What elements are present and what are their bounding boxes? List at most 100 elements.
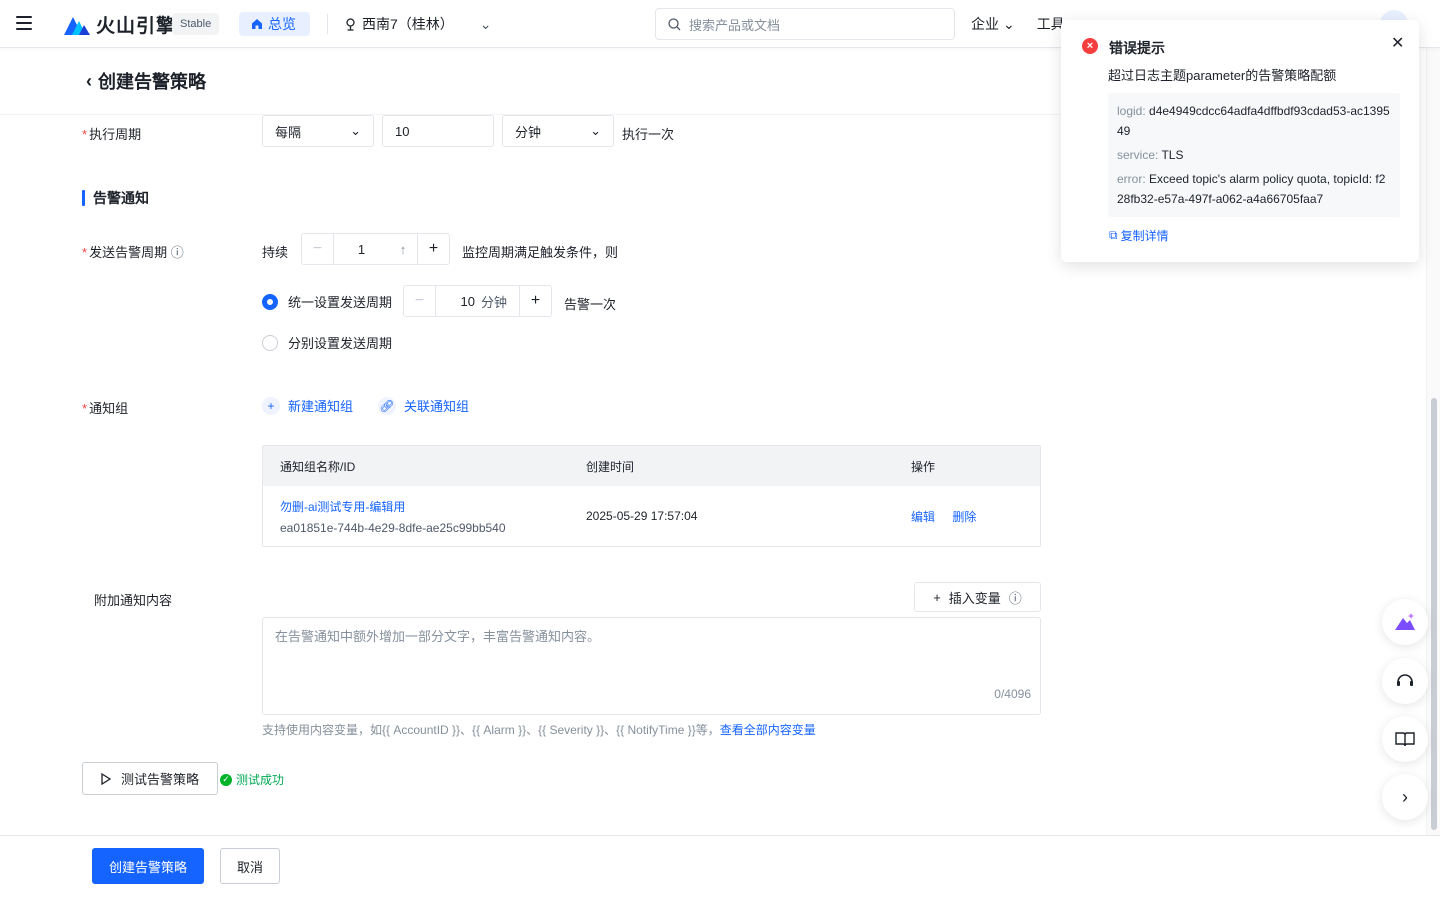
variable-help-text: 支持使用内容变量，如{{ AccountID }}、{{ Alarm }}、{{… [262, 723, 816, 737]
search-icon [668, 17, 681, 30]
increment-button[interactable]: + [417, 234, 449, 264]
col-header-created: 创建时间 [586, 459, 635, 474]
table-header: 通知组名称/ID 创建时间 操作 [263, 446, 1040, 486]
increment-button[interactable]: + [519, 286, 551, 316]
chevron-down-icon: ⌄ [590, 123, 601, 138]
copy-icon: ⧉ [1109, 228, 1118, 242]
plus-icon: + [262, 396, 280, 415]
exec-cycle-label: * 执行周期 [82, 127, 142, 142]
unified-value[interactable]: 10 [436, 294, 481, 309]
exec-suffix: 执行一次 [622, 127, 675, 142]
region-selector[interactable]: 西南7（桂林） ⌄ [345, 14, 492, 34]
play-icon [101, 772, 111, 785]
arrow-up-icon[interactable]: ↑ [389, 242, 417, 257]
toast-message: 超过日志主题parameter的告警策略配额 [1108, 68, 1337, 83]
persist-suffix: 监控周期满足触发条件，则 [462, 245, 619, 260]
radio-checked-icon [262, 293, 278, 310]
group-id: ea01851e-744b-4e29-8dfe-ae25c99bb540 [280, 520, 506, 535]
col-header-actions: 操作 [911, 459, 936, 474]
exec-unit-value: 分钟 [515, 124, 542, 140]
nav-enterprise[interactable]: 企业 ⌄ [971, 14, 1015, 34]
cancel-button[interactable]: 取消 [220, 848, 280, 884]
location-pin-icon [346, 17, 355, 31]
radio-unified-cycle[interactable]: 统一设置发送周期 [262, 292, 392, 311]
detail-error: error: Exceed topic's alarm policy quota… [1117, 172, 1386, 206]
exec-unit-select[interactable]: 分钟 ⌄ [502, 115, 614, 147]
col-header-name: 通知组名称/ID [280, 459, 356, 474]
group-name-link[interactable]: 勿删-ai测试专用-编辑用 [280, 498, 586, 515]
env-badge: Stable [172, 13, 220, 35]
book-icon [1395, 732, 1415, 747]
link-notify-group-button[interactable]: 🔗︎ 关联通知组 [378, 396, 469, 415]
view-variables-link[interactable]: 查看全部内容变量 [720, 723, 816, 737]
ai-assistant-button[interactable] [1382, 599, 1428, 645]
nav-divider [327, 14, 328, 34]
table-row: 勿删-ai测试专用-编辑用 ea01851e-744b-4e29-8dfe-ae… [263, 486, 1040, 546]
check-circle-icon: ✓ [220, 773, 232, 786]
brand-name: 火山引擎 [96, 15, 177, 37]
back-arrow-icon[interactable]: ‹ [86, 71, 92, 92]
persist-label: 持续 [262, 245, 289, 260]
extra-content-label: 附加通知内容 [94, 593, 173, 608]
toast-title: 错误提示 [1109, 40, 1165, 56]
textarea-placeholder: 在告警通知中额外增加一部分文字，丰富告警通知内容。 [275, 629, 601, 644]
test-result-badge: ✓ 测试成功 [220, 771, 284, 788]
close-icon[interactable]: ✕ [1391, 33, 1404, 53]
insert-variable-button[interactable]: + 插入变量 ⓘ [914, 582, 1041, 612]
home-tab-label: 总览 [268, 16, 296, 32]
chevron-down-icon: ⌄ [1003, 15, 1015, 32]
detail-service: service: TLS [1117, 148, 1184, 162]
plus-icon: + [933, 589, 941, 605]
footer-bar [0, 835, 1440, 900]
unified-cycle-stepper[interactable]: − 10 分钟 + [403, 285, 552, 317]
extra-content-textarea[interactable]: 在告警通知中额外增加一部分文字，丰富告警通知内容。 0/4096 [262, 617, 1041, 715]
link-icon: 🔗︎ [378, 396, 396, 415]
home-tab[interactable]: 总览 [239, 12, 310, 36]
volcano-logo-icon [64, 17, 90, 35]
page-title-text: 创建告警策略 [98, 72, 206, 92]
headset-icon [1397, 674, 1413, 686]
new-notify-group-button[interactable]: + 新建通知组 [262, 396, 353, 415]
home-icon [252, 19, 262, 29]
error-toast: × 错误提示 ✕ 超过日志主题parameter的告警策略配额 logid: d… [1061, 20, 1419, 262]
error-detail-box: logid: d4e4949cdcc64adfa4dffbdf93cdad53-… [1108, 93, 1400, 217]
ai-mountain-icon [1395, 613, 1415, 630]
notify-group-label: * 通知组 [82, 401, 129, 416]
expand-panel-button[interactable]: › [1382, 774, 1428, 820]
exec-mode-select[interactable]: 每隔 ⌄ [262, 115, 374, 147]
chevron-down-icon: ⌄ [479, 15, 492, 32]
unified-unit: 分钟 [480, 294, 507, 310]
persist-value[interactable]: 1 [334, 242, 389, 257]
radio-unchecked-icon [262, 334, 278, 351]
radio-separate-cycle[interactable]: 分别设置发送周期 [262, 333, 392, 352]
section-accent-bar [82, 190, 85, 206]
unified-suffix: 告警一次 [564, 297, 617, 312]
hamburger-menu-icon[interactable] [16, 16, 32, 30]
exec-interval-input[interactable]: 10 [382, 115, 494, 147]
decrement-button[interactable]: − [404, 286, 436, 316]
help-circle-icon[interactable]: ⓘ [167, 245, 184, 260]
notify-section-title: 告警通知 [82, 188, 149, 208]
delete-link[interactable]: 删除 [952, 510, 976, 524]
global-search-input[interactable]: 搜索产品或文档 [655, 8, 955, 40]
send-cycle-label: * 发送告警周期 ⓘ [82, 245, 184, 260]
top-nav-links: 企业 ⌄ 工具 [971, 14, 1065, 34]
copy-details-button[interactable]: ⧉ 复制详情 [1109, 227, 1169, 244]
support-button[interactable] [1382, 658, 1428, 704]
persist-stepper[interactable]: − 1 ↑ + [301, 233, 450, 265]
chevron-right-icon: › [1402, 786, 1408, 807]
page-title: ‹ 创建告警策略 [86, 68, 206, 94]
create-policy-button[interactable]: 创建告警策略 [92, 848, 204, 884]
decrement-button[interactable]: − [302, 234, 334, 264]
test-policy-button[interactable]: 测试告警策略 [82, 762, 218, 795]
docs-button[interactable] [1382, 716, 1428, 762]
scrollbar-thumb[interactable] [1431, 398, 1437, 830]
required-marker: * [82, 127, 88, 142]
page-scrollbar[interactable] [1426, 48, 1440, 835]
detail-logid: logid: d4e4949cdcc64adfa4dffbdf93cdad53-… [1117, 104, 1390, 138]
edit-link[interactable]: 编辑 [911, 510, 935, 524]
brand-logo[interactable]: 火山引擎 [64, 12, 177, 37]
region-label: 西南7（桂林） [362, 16, 454, 32]
group-created-time: 2025-05-29 17:57:04 [586, 509, 698, 523]
exec-mode-value: 每隔 [275, 124, 302, 140]
